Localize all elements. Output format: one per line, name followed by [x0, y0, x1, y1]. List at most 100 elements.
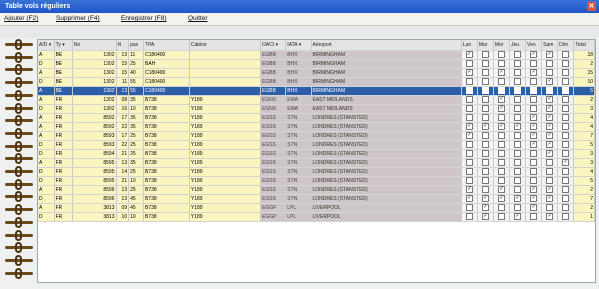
- cell-pn[interactable]: 35: [128, 95, 145, 105]
- cell-n[interactable]: 21: [116, 176, 130, 186]
- cell-day-checkbox[interactable]: [493, 104, 510, 114]
- cell-cab[interactable]: Y189: [189, 185, 262, 195]
- cell-no[interactable]: 1302: [72, 68, 117, 78]
- cell-apt[interactable]: EAST MIDLANDS: [311, 95, 462, 105]
- cell-day-checkbox[interactable]: [477, 86, 494, 96]
- cell-day-checkbox[interactable]: [493, 86, 510, 96]
- checked-checkbox-icon[interactable]: [481, 204, 489, 212]
- cell-day-checkbox[interactable]: [477, 77, 494, 87]
- cell-total[interactable]: 2: [573, 59, 595, 69]
- cell-day-checkbox[interactable]: [525, 113, 543, 123]
- cell-day-checkbox[interactable]: [461, 95, 478, 105]
- cell-no[interactable]: 8595: [72, 167, 117, 177]
- cell-no[interactable]: 1302: [72, 86, 117, 96]
- column-header-d6[interactable]: Sam: [541, 40, 559, 51]
- checked-checkbox-icon[interactable]: [497, 123, 505, 131]
- unchecked-checkbox-icon[interactable]: [497, 87, 505, 95]
- cell-day-checkbox[interactable]: [525, 50, 543, 60]
- cell-total[interactable]: 18: [573, 50, 595, 60]
- unchecked-checkbox-icon[interactable]: [497, 159, 505, 167]
- cell-day-checkbox[interactable]: [525, 131, 543, 141]
- column-header-cab[interactable]: Cabine: [189, 40, 262, 51]
- unchecked-checkbox-icon[interactable]: [497, 168, 505, 176]
- checked-checkbox-icon[interactable]: [546, 141, 554, 149]
- unchecked-checkbox-icon[interactable]: [465, 114, 473, 122]
- cell-day-checkbox[interactable]: [461, 176, 478, 186]
- cell-day-checkbox[interactable]: [477, 167, 494, 177]
- cell-day-checkbox[interactable]: [541, 122, 559, 132]
- checked-checkbox-icon[interactable]: [497, 69, 505, 77]
- cell-cab[interactable]: Y189: [189, 149, 262, 159]
- checked-checkbox-icon[interactable]: [546, 132, 554, 140]
- unchecked-checkbox-icon[interactable]: [481, 96, 489, 104]
- table-row[interactable]: A FR 8593 17 25 B738 Y189 EGSS STN LONDRES (STANS…: [38, 131, 595, 141]
- cell-day-checkbox[interactable]: [477, 194, 494, 204]
- cell-day-checkbox[interactable]: [493, 176, 510, 186]
- unchecked-checkbox-icon[interactable]: [546, 69, 554, 77]
- cell-no[interactable]: 8592: [72, 113, 117, 123]
- cell-day-checkbox[interactable]: [461, 59, 478, 69]
- unchecked-checkbox-icon[interactable]: [497, 150, 505, 158]
- checked-checkbox-icon[interactable]: [481, 213, 489, 221]
- cell-pn[interactable]: 35: [128, 113, 145, 123]
- checked-checkbox-icon[interactable]: [546, 51, 554, 59]
- cell-code[interactable]: D: [38, 59, 55, 69]
- cell-day-checkbox[interactable]: [493, 158, 510, 168]
- checked-checkbox-icon[interactable]: [562, 159, 570, 167]
- cell-total[interactable]: 3: [573, 104, 595, 114]
- cell-day-checkbox[interactable]: [525, 176, 543, 186]
- cell-day-checkbox[interactable]: [477, 50, 494, 60]
- menu-quit[interactable]: Quitter: [188, 14, 208, 24]
- cell-day-checkbox[interactable]: [509, 50, 527, 60]
- unchecked-checkbox-icon[interactable]: [562, 186, 570, 194]
- cell-iata[interactable]: STN: [285, 158, 312, 168]
- cell-apt[interactable]: BIRMINGHAM: [311, 68, 462, 78]
- cell-day-checkbox[interactable]: [509, 68, 527, 78]
- unchecked-checkbox-icon[interactable]: [514, 186, 522, 194]
- cell-day-checkbox[interactable]: [509, 149, 527, 159]
- column-header-oaci[interactable]: OACI ▾: [260, 40, 287, 51]
- cell-n[interactable]: 15: [116, 68, 130, 78]
- table-row[interactable]: D FR 8596 13 45 B738 Y189 EGSS STN LONDRES (STANS…: [38, 194, 595, 204]
- cell-day-checkbox[interactable]: [557, 185, 575, 195]
- cell-tpa[interactable]: B738: [143, 131, 190, 141]
- cell-iata[interactable]: EMA: [285, 104, 312, 114]
- unchecked-checkbox-icon[interactable]: [530, 150, 538, 158]
- unchecked-checkbox-icon[interactable]: [481, 60, 489, 68]
- cell-oaci[interactable]: EGBB: [260, 68, 287, 78]
- cell-code[interactable]: A: [38, 68, 55, 78]
- cell-oaci[interactable]: EGSS: [260, 113, 287, 123]
- cell-day-checkbox[interactable]: [493, 131, 510, 141]
- cell-iata[interactable]: STN: [285, 140, 312, 150]
- cell-apt[interactable]: BIRMINGHAM: [311, 86, 462, 96]
- cell-day-checkbox[interactable]: [541, 167, 559, 177]
- cell-day-checkbox[interactable]: [557, 50, 575, 60]
- cell-total[interactable]: 3: [573, 149, 595, 159]
- cell-cab[interactable]: Y189: [189, 113, 262, 123]
- checked-checkbox-icon[interactable]: [546, 186, 554, 194]
- cell-pn[interactable]: 55: [128, 86, 145, 96]
- unchecked-checkbox-icon[interactable]: [546, 204, 554, 212]
- cell-n[interactable]: 21: [116, 149, 130, 159]
- unchecked-checkbox-icon[interactable]: [497, 114, 505, 122]
- cell-day-checkbox[interactable]: [509, 176, 527, 186]
- cell-code[interactable]: A: [38, 113, 55, 123]
- cell-apt[interactable]: LONDRES (STANSTED): [311, 113, 462, 123]
- column-header-d1[interactable]: Lun: [461, 40, 478, 51]
- cell-day-checkbox[interactable]: [493, 185, 510, 195]
- unchecked-checkbox-icon[interactable]: [465, 87, 473, 95]
- unchecked-checkbox-icon[interactable]: [530, 213, 538, 221]
- cell-total[interactable]: 3: [573, 158, 595, 168]
- cell-iata[interactable]: STN: [285, 113, 312, 123]
- cell-tpa[interactable]: B738: [143, 104, 190, 114]
- cell-apt[interactable]: BIRMINGHAM: [311, 59, 462, 69]
- unchecked-checkbox-icon[interactable]: [497, 177, 505, 185]
- checked-checkbox-icon[interactable]: [530, 141, 538, 149]
- cell-day-checkbox[interactable]: [477, 176, 494, 186]
- title-bar[interactable]: Table vols réguliers ✕: [0, 0, 599, 13]
- cell-iata[interactable]: LPL: [285, 203, 312, 213]
- cell-n[interactable]: 22: [116, 122, 130, 132]
- cell-day-checkbox[interactable]: [461, 140, 478, 150]
- column-header-d7[interactable]: Dim: [557, 40, 575, 51]
- cell-day-checkbox[interactable]: [525, 203, 543, 213]
